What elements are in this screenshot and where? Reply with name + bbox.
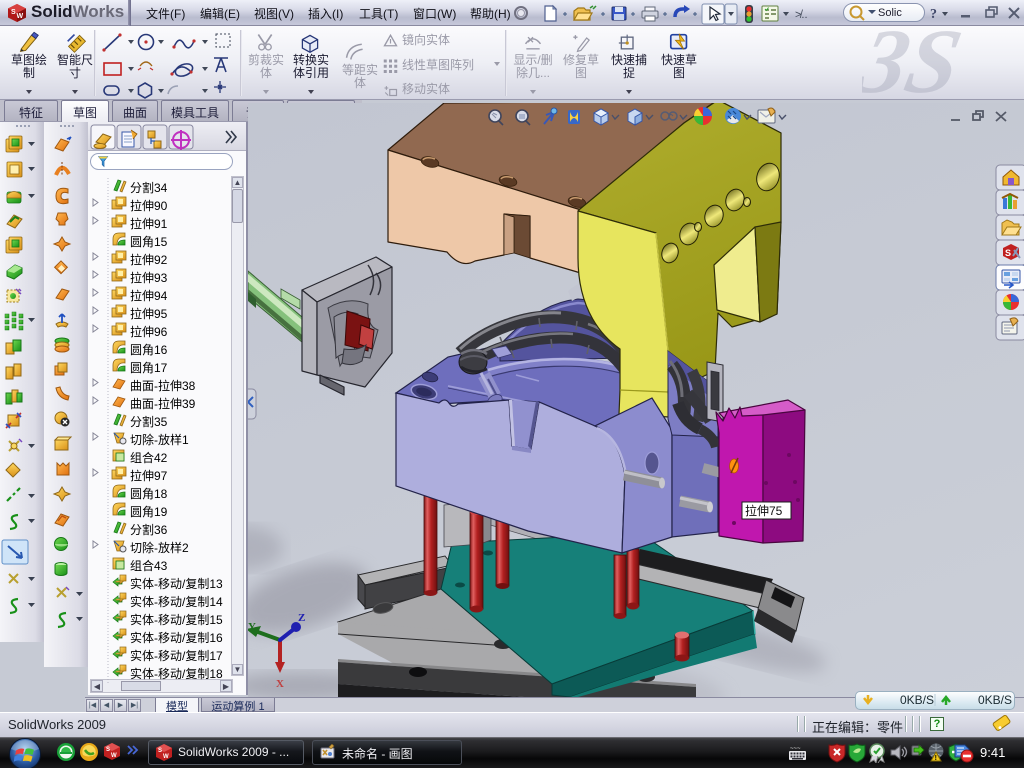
svg-text:X: X <box>276 678 284 690</box>
svg-text:Z: Z <box>298 612 305 624</box>
svg-text:S: S <box>158 748 162 754</box>
svg-text:?: ? <box>930 7 937 22</box>
svg-text:W: W <box>163 754 169 760</box>
svg-text:S: S <box>11 9 16 16</box>
svg-text:W: W <box>17 13 24 20</box>
svg-text:≯..: ≯.. <box>795 9 808 21</box>
svg-text:Solic: Solic <box>878 7 902 19</box>
svg-text:S: S <box>106 747 110 753</box>
svg-text:S: S <box>1005 248 1011 258</box>
svg-text:!: ! <box>935 755 937 762</box>
svg-text:Y: Y <box>248 621 256 633</box>
svg-text:W: W <box>111 753 117 759</box>
svg-text:0KB/S: 0KB/S <box>900 693 934 707</box>
svg-text:0KB/S: 0KB/S <box>978 693 1012 707</box>
svg-text:拉伸75: 拉伸75 <box>745 503 783 518</box>
